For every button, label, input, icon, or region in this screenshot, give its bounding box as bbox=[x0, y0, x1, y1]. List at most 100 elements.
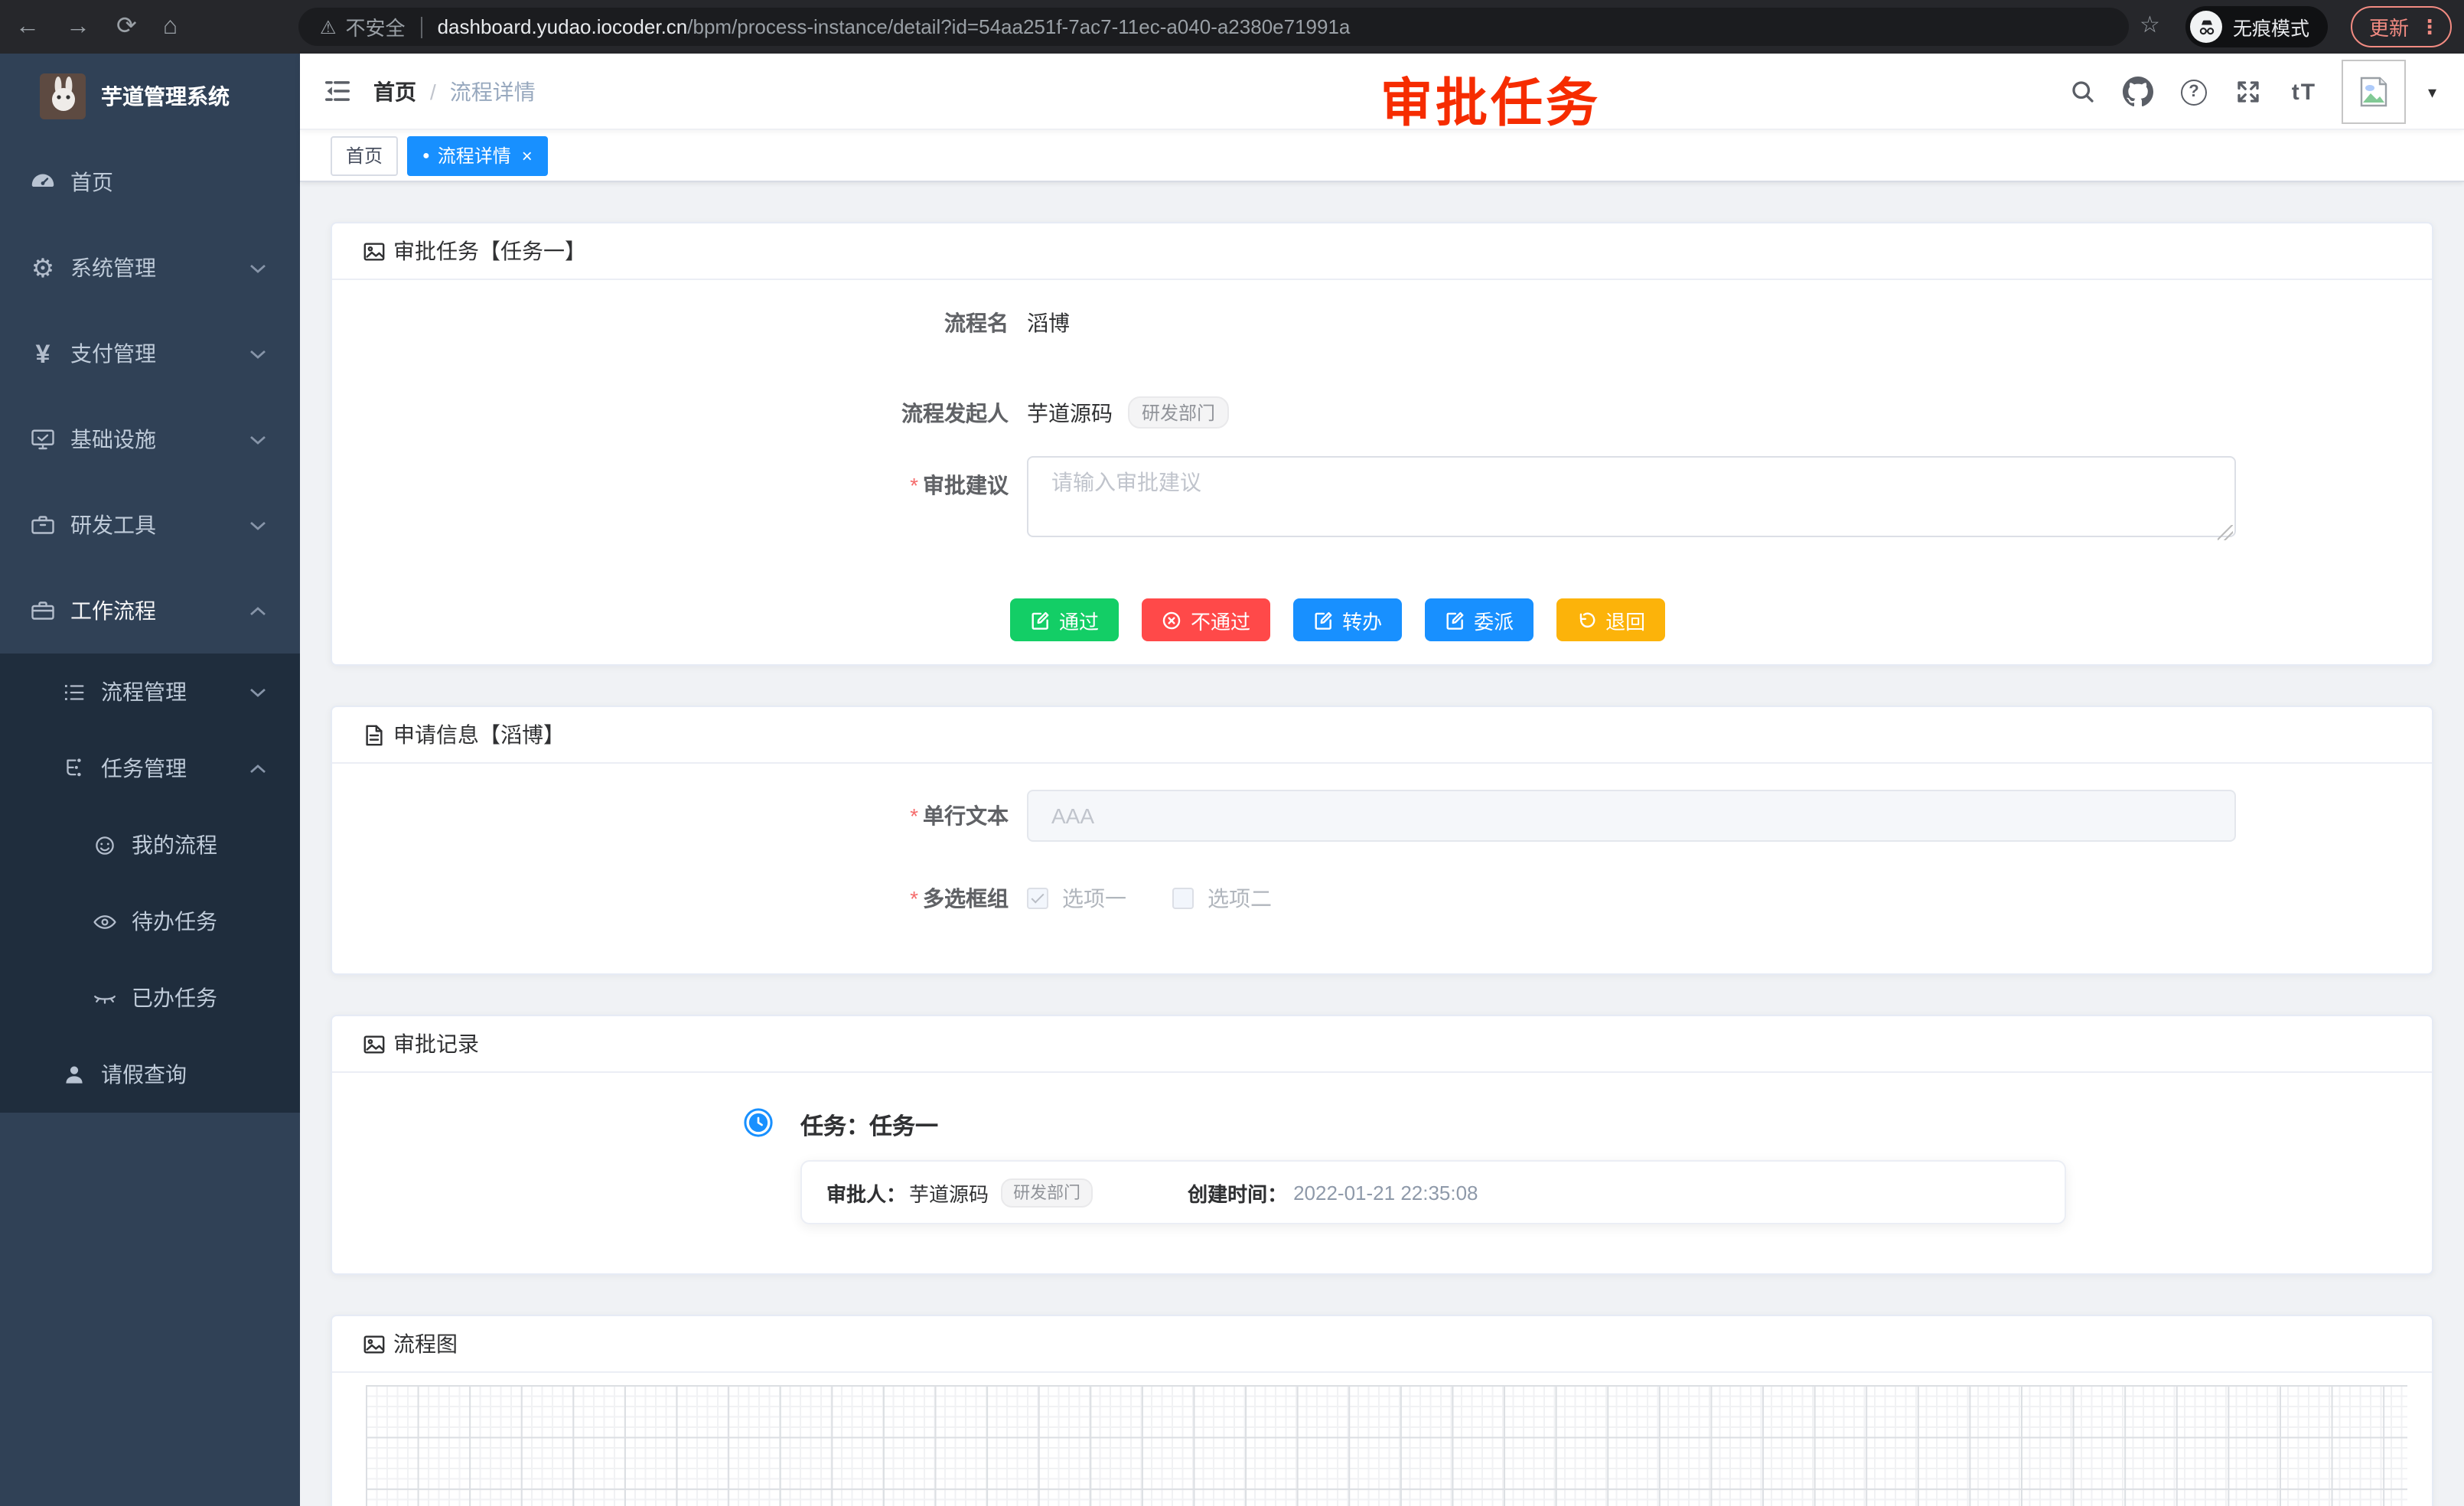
sidebar-item-home[interactable]: 首页 bbox=[0, 139, 300, 225]
tags-view-bar: 首页 ● 流程详情 × bbox=[300, 130, 2464, 182]
person-icon bbox=[55, 1061, 92, 1087]
required-mark: * bbox=[910, 473, 918, 497]
help-icon[interactable]: ? bbox=[2177, 75, 2211, 109]
sidebar-item-label: 我的流程 bbox=[132, 830, 300, 860]
sidebar-item-todo-tasks[interactable]: 待办任务 bbox=[0, 883, 300, 960]
browser-home-icon[interactable]: ⌂ bbox=[163, 15, 178, 39]
page-content: 审批任务【任务一】 流程名 滔博 流程发起人 芋道源码 研发部门 *审批建议 bbox=[300, 182, 2464, 1506]
tab-home[interactable]: 首页 bbox=[331, 135, 398, 175]
font-size-icon[interactable]: tT bbox=[2287, 75, 2321, 109]
edit-icon bbox=[1030, 610, 1050, 630]
checkbox-group-label: *多选框组 bbox=[363, 883, 1027, 914]
picture-icon bbox=[363, 1032, 386, 1055]
sidebar-item-infrastructure[interactable]: 基础设施 bbox=[0, 396, 300, 482]
circle-close-icon bbox=[1162, 610, 1181, 630]
refresh-left-icon bbox=[1576, 610, 1596, 630]
chrome-menu-icon[interactable]: ⋮ bbox=[2420, 15, 2440, 39]
delegate-button[interactable]: 委派 bbox=[1425, 598, 1533, 641]
sidebar-item-system[interactable]: ⚙ 系统管理 bbox=[0, 225, 300, 311]
browser-reload-icon[interactable]: ⟳ bbox=[116, 15, 137, 39]
breadcrumb-home-link[interactable]: 首页 bbox=[373, 76, 416, 106]
sidebar-item-label: 流程管理 bbox=[101, 676, 249, 707]
card-title: 流程图 bbox=[393, 1328, 458, 1359]
incognito-icon bbox=[2190, 11, 2222, 43]
github-icon[interactable] bbox=[2122, 75, 2156, 109]
sidebar-item-done-tasks[interactable]: 已办任务 bbox=[0, 960, 300, 1036]
sidebar-item-leave-query[interactable]: 请假查询 bbox=[0, 1036, 300, 1113]
avatar[interactable] bbox=[2342, 60, 2407, 124]
approval-record-card: 审批记录 任务：任务一 审批人： 芋道源码 研发部门 创建时间： 2022-01… bbox=[331, 1015, 2433, 1275]
chevron-down-icon bbox=[249, 348, 266, 359]
sidebar-collapse-icon[interactable] bbox=[300, 77, 373, 106]
yen-icon: ¥ bbox=[24, 341, 61, 367]
approve-button[interactable]: 通过 bbox=[1010, 598, 1119, 641]
chrome-update-label: 更新 bbox=[2369, 12, 2409, 41]
tab-close-icon[interactable]: × bbox=[522, 146, 533, 165]
main-area: 首页 / 流程详情 审批任务 ? bbox=[300, 54, 2464, 1506]
active-dot-icon: ● bbox=[422, 149, 430, 161]
edit-icon bbox=[1313, 610, 1333, 630]
browser-forward-icon[interactable]: → bbox=[66, 15, 90, 39]
chevron-down-icon bbox=[249, 520, 266, 530]
bookmark-star-icon[interactable]: ☆ bbox=[2140, 14, 2160, 37]
sidebar-item-task-management[interactable]: 任务管理 bbox=[0, 730, 300, 807]
sidebar-item-workflow[interactable]: 工作流程 bbox=[0, 568, 300, 654]
record-task-title: 任务：任务一 bbox=[800, 1110, 938, 1142]
dept-tag: 研发部门 bbox=[1001, 1178, 1093, 1207]
top-navbar: 首页 / 流程详情 审批任务 ? bbox=[300, 54, 2464, 130]
opinion-textarea[interactable] bbox=[1027, 456, 2236, 537]
search-icon[interactable] bbox=[2067, 75, 2101, 109]
process-name-value: 滔博 bbox=[1027, 308, 1070, 338]
incognito-badge: 无痕模式 bbox=[2185, 6, 2328, 47]
card-title: 审批任务【任务一】 bbox=[393, 236, 586, 266]
sidebar-item-my-process[interactable]: 我的流程 bbox=[0, 807, 300, 883]
sidebar-item-label: 已办任务 bbox=[132, 983, 300, 1013]
sidebar-item-label: 基础设施 bbox=[70, 424, 249, 455]
single-text-input bbox=[1027, 790, 2236, 842]
sidebar-logo[interactable]: 芋道管理系统 bbox=[0, 54, 300, 139]
breadcrumb-current: 流程详情 bbox=[450, 76, 536, 106]
sidebar-item-dev-tools[interactable]: 研发工具 bbox=[0, 482, 300, 568]
list-icon bbox=[55, 679, 92, 705]
chevron-down-icon bbox=[249, 262, 266, 273]
checkbox-group-row: *多选框组 选项一 选项二 bbox=[363, 883, 2401, 914]
application-info-card: 申请信息【滔博】 *单行文本 *多选框组 选项一 bbox=[331, 706, 2433, 975]
address-bar[interactable]: ⚠ 不安全 dashboard.yudao.iocoder.cn/bpm/pro… bbox=[298, 8, 2129, 46]
eye-icon bbox=[86, 908, 122, 934]
return-button[interactable]: 退回 bbox=[1556, 598, 1665, 641]
sidebar-item-process-management[interactable]: 流程管理 bbox=[0, 654, 300, 730]
edit-icon bbox=[1445, 610, 1465, 630]
chrome-update-button[interactable]: 更新 ⋮ bbox=[2351, 6, 2452, 47]
breadcrumb: 首页 / 流程详情 bbox=[373, 76, 536, 106]
sidebar-item-payment[interactable]: ¥ 支付管理 bbox=[0, 311, 300, 396]
dashboard-icon bbox=[24, 168, 61, 196]
transfer-button[interactable]: 转办 bbox=[1293, 598, 1402, 641]
single-text-row: *单行文本 bbox=[363, 790, 2401, 842]
tab-process-detail[interactable]: ● 流程详情 × bbox=[407, 135, 548, 175]
url-domain: dashboard.yudao.iocoder.cn bbox=[438, 15, 688, 38]
dept-tag: 研发部门 bbox=[1128, 396, 1229, 429]
toolbox-icon bbox=[24, 511, 61, 539]
screen: ← → ⟳ ⌂ ⚠ 不安全 dashboard.yudao.iocoder.cn… bbox=[0, 0, 2464, 1506]
checkbox-label: 选项一 bbox=[1062, 883, 1126, 914]
navbar-actions: ? tT ▾ bbox=[2067, 54, 2436, 130]
sidebar-item-label: 工作流程 bbox=[70, 595, 249, 626]
opinion-row: *审批建议 bbox=[363, 456, 2401, 545]
address-divider bbox=[421, 16, 422, 37]
avatar-caret-down-icon[interactable]: ▾ bbox=[2428, 82, 2436, 102]
browser-back-icon[interactable]: ← bbox=[15, 15, 40, 39]
card-header: 审批任务【任务一】 bbox=[332, 223, 2432, 280]
tab-label: 首页 bbox=[346, 142, 383, 168]
fullscreen-icon[interactable] bbox=[2232, 75, 2266, 109]
smiley-icon bbox=[86, 832, 122, 858]
picture-icon bbox=[363, 1332, 386, 1355]
opinion-label: *审批建议 bbox=[363, 470, 1027, 500]
not-secure-label: 不安全 bbox=[346, 12, 406, 41]
flow-diagram-card: 流程图 bbox=[331, 1315, 2433, 1506]
sidebar-item-label: 任务管理 bbox=[101, 753, 249, 784]
annotation-overlay-text: 审批任务 bbox=[1380, 61, 1601, 136]
card-header: 审批记录 bbox=[332, 1016, 2432, 1073]
breadcrumb-separator: / bbox=[430, 79, 436, 103]
reject-button[interactable]: 不通过 bbox=[1142, 598, 1270, 641]
chevron-down-icon bbox=[249, 434, 266, 445]
